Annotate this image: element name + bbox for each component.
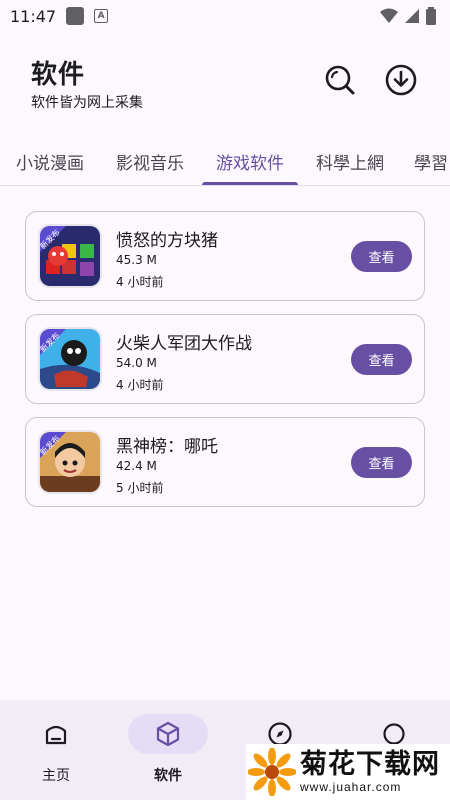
box-icon (156, 721, 180, 747)
tab-games-software[interactable]: 游戏软件 (202, 136, 298, 185)
signal-icon (405, 9, 419, 23)
flower-logo-icon (248, 748, 296, 796)
app-name: 黑神榜：哪吒 (116, 437, 218, 457)
tab-science-internet[interactable]: 科學上網 (300, 136, 400, 185)
battery-icon (426, 7, 436, 25)
tab-novel-comic[interactable]: 小说漫画 (0, 136, 100, 185)
view-button[interactable]: 查看 (351, 344, 412, 375)
view-button[interactable]: 查看 (351, 241, 412, 272)
search-icon (325, 65, 355, 95)
watermark-title: 菊花下载网 (300, 749, 440, 780)
app-card[interactable]: 新发布 火柴人军团大作战 54.0 M 4 小时前 查看 (25, 314, 425, 404)
watermark-url: www.juahar.com (300, 780, 402, 794)
app-icon: 新发布 (38, 327, 102, 391)
active-tab-indicator (202, 182, 298, 185)
page-subtitle: 软件皆为网上采集 (31, 95, 143, 111)
tab-video-music[interactable]: 影视音乐 (100, 136, 200, 185)
view-button[interactable]: 查看 (351, 447, 412, 478)
app-card[interactable]: 新发布 黑神榜：哪吒 42.4 M 5 小时前 查看 (25, 417, 425, 507)
status-bar: 11:47 A (0, 0, 450, 32)
tab-study[interactable]: 學習 (404, 136, 450, 185)
category-tabs: 小说漫画 影视音乐 游戏软件 科學上網 學習 (0, 136, 450, 186)
app-icon: 新发布 (38, 224, 102, 288)
watermark: 菊花下载网 www.juahar.com (246, 744, 450, 800)
nav-item-software[interactable]: 软件 (112, 700, 224, 800)
app-time: 5 小时前 (116, 481, 164, 495)
accessibility-icon: A (94, 9, 109, 23)
notification-icon (66, 7, 85, 25)
app-size: 45.3 M (116, 253, 157, 267)
nav-label-home: 主页 (42, 768, 70, 784)
download-button[interactable] (381, 60, 421, 100)
app-time: 4 小时前 (116, 275, 164, 289)
wifi-icon (380, 8, 398, 23)
app-icon: 新发布 (38, 430, 102, 494)
nav-item-home[interactable]: 主页 (0, 700, 112, 800)
app-name: 火柴人军团大作战 (116, 334, 252, 354)
page-header: 软件 软件皆为网上采集 (0, 40, 450, 120)
app-card[interactable]: 新发布 愤怒的方块猪 45.3 M 4 小时前 查看 (25, 211, 425, 301)
nav-label-software: 软件 (154, 768, 182, 784)
app-time: 4 小时前 (116, 378, 164, 392)
app-size: 54.0 M (116, 356, 157, 370)
page-title: 软件 (31, 60, 86, 90)
app-size: 42.4 M (116, 459, 157, 473)
download-icon (385, 64, 417, 96)
app-name: 愤怒的方块猪 (116, 231, 218, 251)
home-icon (45, 725, 67, 745)
search-button[interactable] (320, 60, 360, 100)
status-time: 11:47 (10, 6, 57, 26)
